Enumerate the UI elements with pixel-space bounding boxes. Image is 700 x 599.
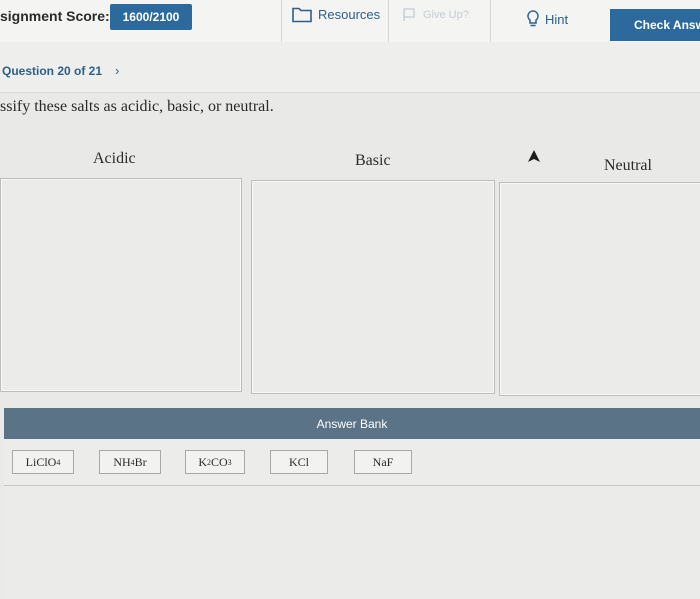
resources-label: Resources — [318, 7, 381, 22]
assignment-score-value: 1600/2100 — [110, 4, 192, 30]
answer-tile-kcl[interactable]: KCl — [270, 450, 328, 474]
hint-label: Hint — [545, 11, 569, 27]
lightbulb-icon — [527, 10, 539, 27]
top-toolbar: signment Score: 1600/2100 Resources Give… — [0, 0, 700, 43]
mouse-cursor-icon — [528, 150, 540, 162]
give-up-label: Give Up? — [423, 9, 469, 21]
check-answer-button[interactable]: Check Answ — [610, 9, 700, 41]
hint-button[interactable]: Hint — [527, 10, 568, 28]
give-up-button[interactable]: Give Up? — [403, 8, 469, 22]
question-counter[interactable]: Question 20 of 21 — [2, 64, 102, 78]
chevron-right-icon[interactable]: › — [115, 63, 119, 78]
category-label-basic: Basic — [355, 152, 391, 169]
answer-bank-header: Answer Bank — [4, 408, 700, 439]
answer-tile-liclo4[interactable]: LiClO 4 — [12, 450, 74, 474]
flag-icon — [403, 8, 415, 21]
answer-tile-naf[interactable]: NaF — [354, 450, 412, 474]
toolbar-divider — [388, 0, 389, 42]
answer-tile-k2co3[interactable]: K 2 CO 3 — [185, 450, 245, 474]
category-label-acidic: Acidic — [93, 150, 136, 167]
question-navigation: Question 20 of 21 › — [0, 42, 700, 93]
lower-panel — [4, 486, 700, 599]
category-label-neutral: Neutral — [604, 157, 652, 174]
assignment-score-label: signment Score: — [0, 8, 110, 24]
drop-zone-basic[interactable] — [251, 180, 495, 394]
toolbar-divider — [281, 0, 282, 42]
toolbar-divider — [490, 0, 491, 42]
drop-zone-acidic[interactable] — [0, 178, 242, 392]
resources-button[interactable]: Resources — [292, 6, 380, 23]
answer-tile-nh4br[interactable]: NH 4 Br — [99, 450, 161, 474]
folder-icon — [292, 7, 312, 23]
question-prompt: ssify these salts as acidic, basic, or n… — [0, 98, 274, 115]
drop-zone-neutral[interactable] — [499, 182, 700, 396]
